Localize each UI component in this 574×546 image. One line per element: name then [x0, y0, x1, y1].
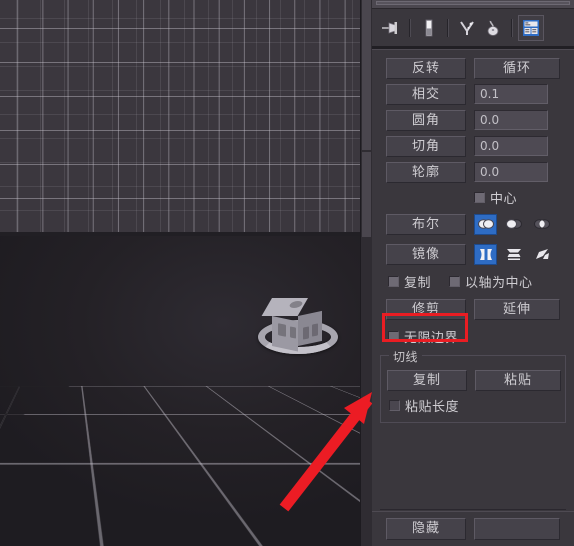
- splitter-handle-upper[interactable]: [362, 0, 371, 150]
- infinite-bounds-label: 无限边界: [404, 331, 459, 346]
- mirror-about-pivot-checkbox-box[interactable]: [449, 276, 461, 287]
- boolean-intersect-icon[interactable]: [530, 214, 553, 235]
- modifier-stack-toolbar: [372, 9, 574, 46]
- bottom-section-rule: [380, 509, 566, 510]
- top-viewport-major-grid: [0, 0, 360, 236]
- row-tangent-copy-paste: 复制 粘贴: [381, 366, 565, 394]
- row-paste-length: 粘贴长度: [381, 394, 565, 416]
- perspective-viewport[interactable]: [0, 236, 360, 546]
- toolbar-separator: [409, 18, 411, 37]
- paste-length-label: 粘贴长度: [405, 399, 460, 415]
- outline-button[interactable]: 轮廓: [386, 161, 466, 183]
- splitter-handle-lower[interactable]: [362, 152, 371, 237]
- boolean-subtract-icon[interactable]: [502, 214, 525, 235]
- reverse-button[interactable]: 反转: [386, 57, 466, 79]
- scene-object-group[interactable]: [252, 286, 344, 366]
- row-center-checkbox: 中心: [372, 185, 574, 209]
- extend-button[interactable]: 延伸: [474, 298, 560, 320]
- row-infinite-bounds: 无限边界: [372, 324, 574, 349]
- row-hide: 隐藏: [372, 512, 574, 546]
- center-checkbox-box[interactable]: [474, 191, 485, 203]
- hide-button[interactable]: 隐藏: [386, 518, 466, 540]
- cube-face-detail: [278, 323, 286, 337]
- perspective-home-grid: [0, 386, 360, 546]
- tangent-group: 切线 复制 粘贴 粘贴长度: [380, 348, 566, 423]
- center-checkbox[interactable]: 中心: [474, 188, 517, 207]
- mirror-about-pivot-label: 以轴为中心: [465, 276, 533, 291]
- fillet-spinner[interactable]: 0.0: [474, 110, 548, 130]
- toolbar-separator: [511, 18, 513, 37]
- top-viewport[interactable]: [0, 0, 360, 236]
- panel-bottom-section: 隐藏: [372, 509, 574, 546]
- mirror-both-icon[interactable]: [530, 244, 553, 265]
- mirror-button[interactable]: 镜像: [386, 243, 466, 265]
- fillet-button[interactable]: 圆角: [386, 109, 466, 131]
- make-unique-icon[interactable]: [454, 15, 480, 41]
- configure-modifier-sets-icon[interactable]: [518, 14, 544, 41]
- cube-object-right-face[interactable]: [298, 310, 322, 346]
- app-root: 反转 循环 相交 0.1 圆角 0.0 切角 0.0 轮廓 0.0 中心 布尔 …: [0, 0, 574, 546]
- chamfer-spinner[interactable]: 0.0: [474, 136, 548, 156]
- command-panel: 反转 循环 相交 0.1 圆角 0.0 切角 0.0 轮廓 0.0 中心 布尔 …: [372, 0, 574, 546]
- show-end-result-icon[interactable]: [416, 15, 442, 41]
- row-mirror-options: 复制 以轴为中心: [372, 269, 574, 294]
- tangent-group-title: 切线: [389, 348, 423, 365]
- cross-insert-button[interactable]: 相交: [386, 83, 466, 105]
- center-checkbox-label: 中心: [490, 191, 518, 207]
- row-cross-insert: 相交 0.1: [372, 81, 574, 107]
- row-mirror: 镜像: [372, 239, 574, 269]
- trim-button[interactable]: 修剪: [386, 298, 466, 320]
- tangent-copy-button[interactable]: 复制: [387, 369, 467, 391]
- row-chamfer: 切角 0.0: [372, 133, 574, 159]
- chamfer-button[interactable]: 切角: [386, 135, 466, 157]
- tangent-paste-button[interactable]: 粘贴: [475, 369, 561, 391]
- geometry-rollout: 反转 循环 相交 0.1 圆角 0.0 切角 0.0 轮廓 0.0 中心 布尔 …: [372, 51, 574, 546]
- pin-stack-icon[interactable]: [378, 15, 404, 41]
- mirror-vertical-icon[interactable]: [474, 243, 497, 265]
- panel-top-bar-inset: [376, 1, 570, 5]
- row-fillet: 圆角 0.0: [372, 107, 574, 133]
- cube-face-detail: [303, 326, 309, 340]
- cube-face-detail: [312, 323, 318, 337]
- boolean-button[interactable]: 布尔: [386, 213, 466, 235]
- mirror-copy-checkbox[interactable]: 复制: [388, 272, 431, 291]
- row-boolean: 布尔: [372, 209, 574, 239]
- row-outline: 轮廓 0.0: [372, 159, 574, 185]
- outline-spinner[interactable]: 0.0: [474, 162, 548, 182]
- row-trim-extend: 修剪 延伸: [372, 294, 574, 324]
- cross-insert-spinner[interactable]: 0.1: [474, 84, 548, 104]
- infinite-bounds-checkbox-box[interactable]: [388, 331, 399, 342]
- mirror-horizontal-icon[interactable]: [502, 244, 525, 265]
- paste-length-checkbox[interactable]: 粘贴长度: [389, 396, 459, 415]
- cycle-button[interactable]: 循环: [474, 57, 560, 79]
- cube-face-detail: [290, 326, 296, 339]
- infinite-bounds-checkbox[interactable]: 无限边界: [388, 327, 458, 346]
- paste-length-checkbox-box[interactable]: [389, 399, 400, 411]
- mirror-copy-checkbox-box[interactable]: [388, 276, 399, 287]
- mirror-about-pivot-checkbox[interactable]: 以轴为中心: [449, 272, 533, 291]
- panel-divider: [372, 46, 574, 50]
- viewport-area: [0, 0, 372, 546]
- boolean-union-icon[interactable]: [474, 213, 497, 235]
- remove-modifier-icon[interactable]: [480, 15, 506, 41]
- mirror-copy-label: 复制: [404, 276, 432, 291]
- panel-top-bar: [372, 0, 574, 9]
- row-reverse-cycle: 反转 循环: [372, 55, 574, 81]
- viewport-right-splitter[interactable]: [360, 0, 372, 546]
- bind-button[interactable]: [474, 518, 560, 540]
- toolbar-separator: [447, 18, 449, 37]
